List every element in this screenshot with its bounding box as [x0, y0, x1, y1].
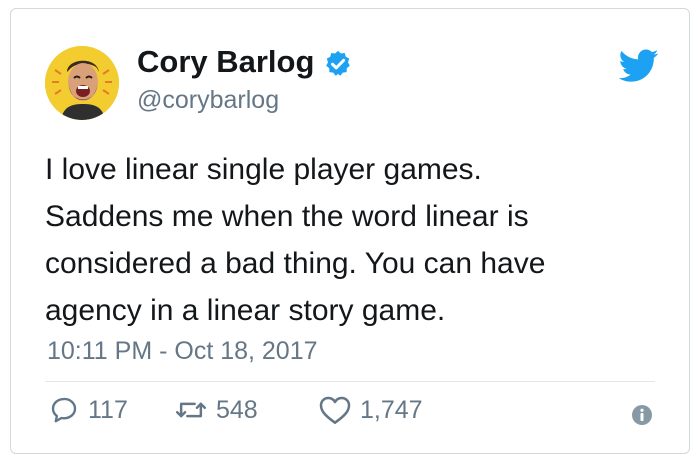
- like-button[interactable]: 1,747: [319, 395, 423, 425]
- retweet-icon: [175, 402, 207, 418]
- info-icon[interactable]: [631, 404, 653, 426]
- avatar-icon: [45, 46, 119, 120]
- retweet-button[interactable]: 548: [175, 395, 258, 425]
- avatar[interactable]: [45, 46, 119, 120]
- tweet-text-line: agency in a linear story game.: [45, 294, 446, 327]
- divider: [45, 381, 655, 382]
- reply-icon: [51, 397, 77, 423]
- like-count: 1,747: [360, 395, 423, 424]
- reply-button[interactable]: 117: [49, 395, 128, 425]
- tweet-card: Cory Barlog @corybarlog I love linear si…: [10, 8, 690, 454]
- tweet-text-line: Saddens me when the word linear is: [45, 200, 529, 233]
- heart-icon: [319, 396, 351, 424]
- tweet-timestamp[interactable]: 10:11 PM - Oct 18, 2017: [47, 339, 318, 364]
- tweet-text: I love linear single player games. Sadde…: [45, 146, 645, 334]
- author-display-name[interactable]: Cory Barlog: [137, 46, 314, 77]
- tweet-text-line: I love linear single player games.: [45, 153, 482, 186]
- tweet-text-line: considered a bad thing. You can have: [45, 247, 546, 280]
- twitter-bird-icon[interactable]: [619, 49, 659, 83]
- verified-badge-icon: [326, 50, 350, 76]
- author-handle[interactable]: @corybarlog: [137, 88, 279, 113]
- retweet-count: 548: [216, 395, 258, 424]
- reply-count: 117: [88, 395, 128, 424]
